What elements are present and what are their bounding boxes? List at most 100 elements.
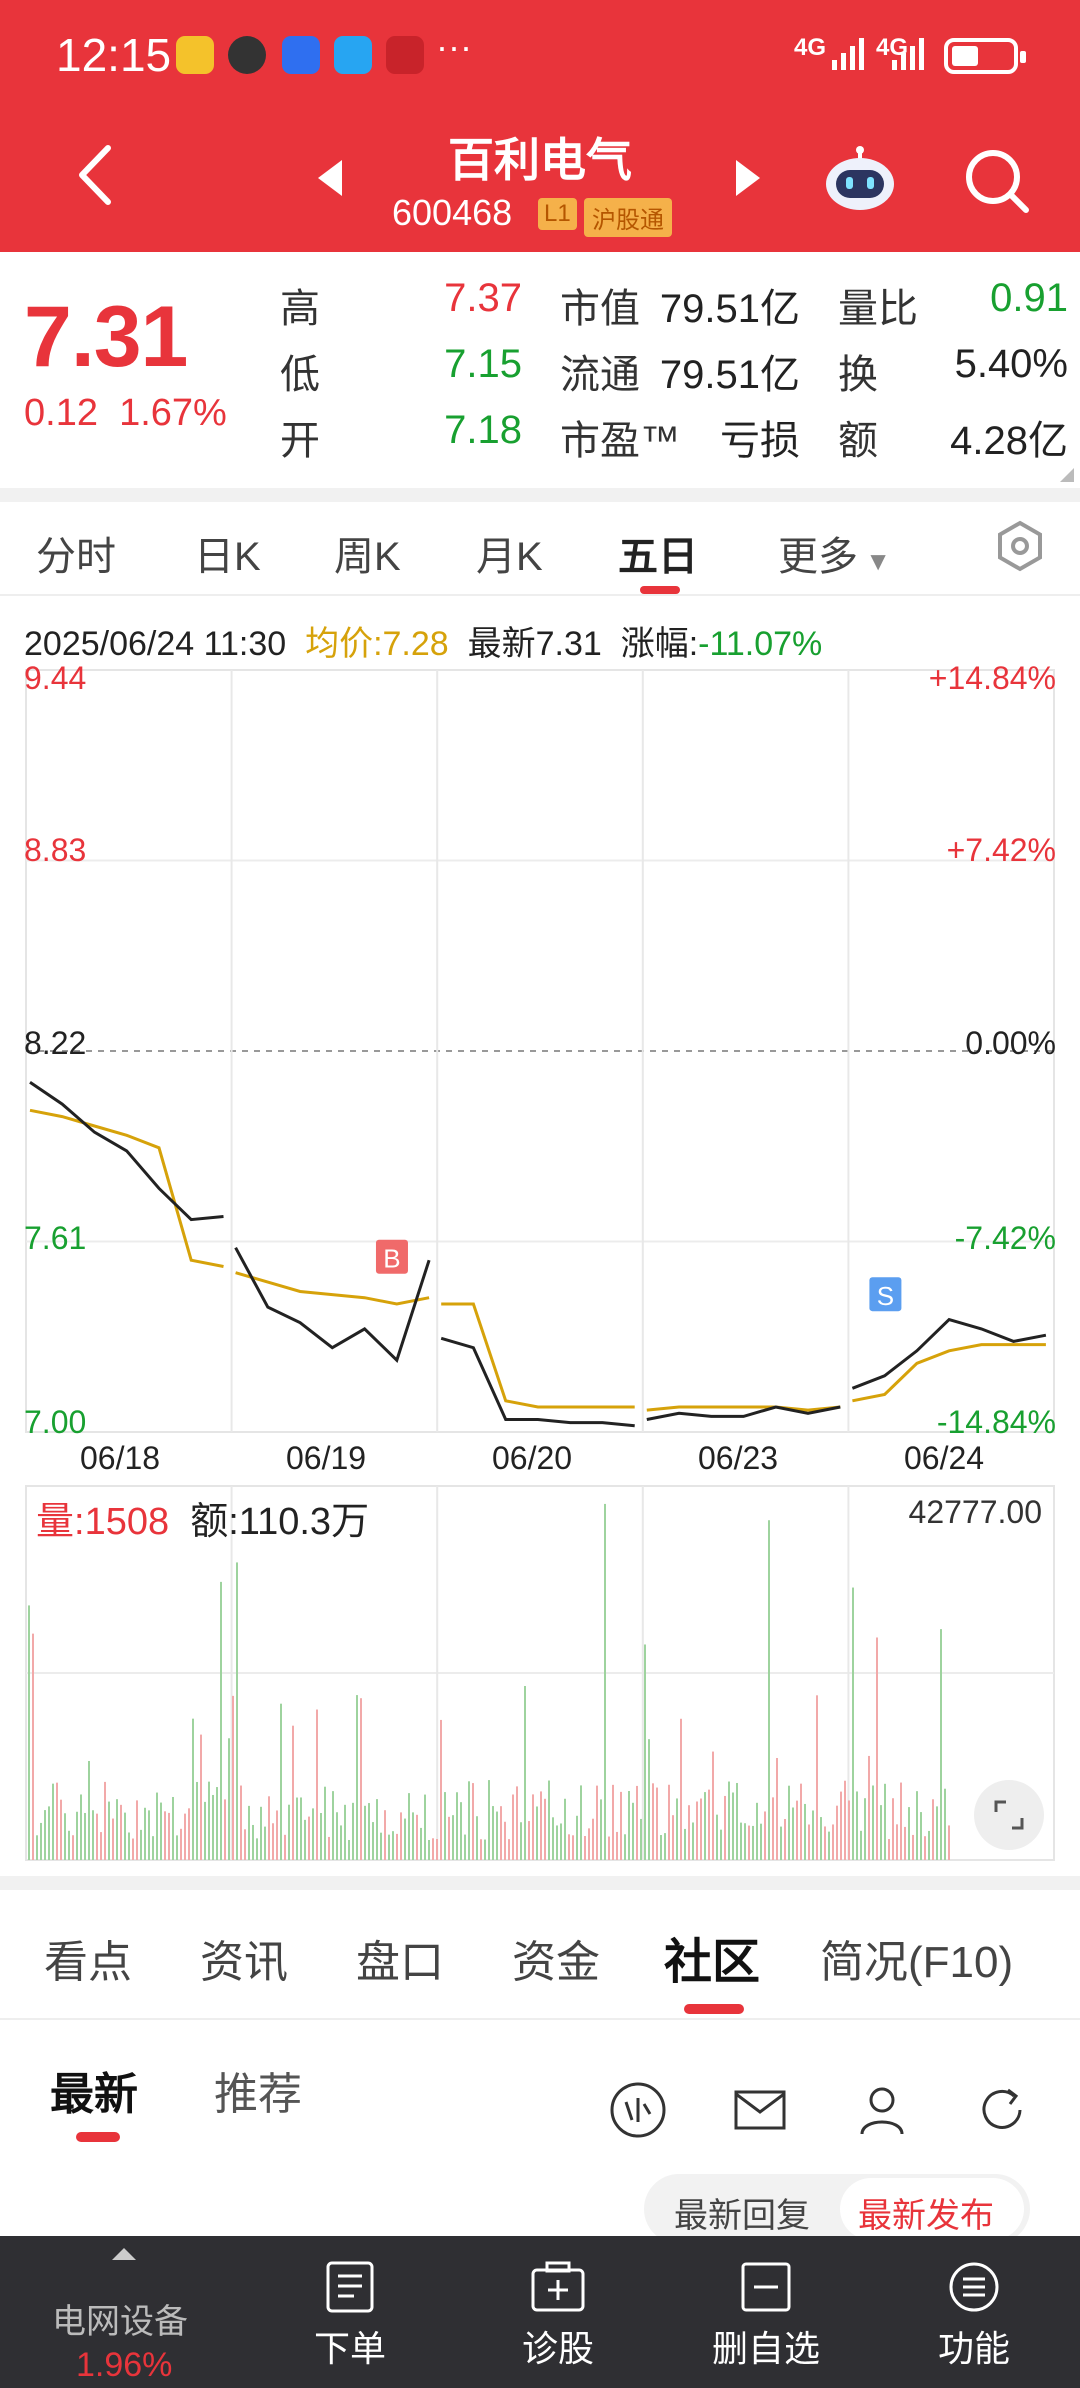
trade-marker-label: S: [877, 1281, 894, 1311]
volume-bar: [816, 1695, 818, 1860]
volume-bar: [172, 1796, 174, 1860]
volume-bar: [656, 1787, 658, 1860]
volume-bar: [576, 1815, 578, 1860]
open-value: 7.18: [444, 408, 522, 452]
volume-bar: [844, 1780, 846, 1860]
volume-bar: [880, 1805, 882, 1860]
volume-bar: [228, 1738, 230, 1860]
volume-bar: [164, 1811, 166, 1860]
current-price: 7.31: [24, 289, 188, 385]
volume-bar: [92, 1810, 94, 1860]
tab-more[interactable]: 更多 ▼: [778, 524, 891, 582]
volume-bar: [168, 1812, 170, 1860]
volume-bar: [528, 1821, 530, 1860]
volume-bar: [264, 1826, 266, 1860]
chart-settings-icon[interactable]: [994, 520, 1046, 572]
volume-bar: [924, 1836, 926, 1860]
quote-panel: 7.31 0.12 1.67% 高 7.37 市值 79.51亿 量比 0.91…: [0, 252, 1080, 488]
network-label-1: 4G: [794, 34, 827, 61]
volume-bar: [240, 1785, 242, 1860]
x-tick-label: 06/24: [904, 1440, 985, 1476]
tab-highlights[interactable]: 看点: [44, 1926, 132, 1990]
volume-bar: [712, 1751, 714, 1860]
sector-change: 1.96%: [76, 2346, 173, 2384]
volume-bar: [760, 1823, 762, 1860]
volume-bar: [552, 1817, 554, 1860]
volume-bar: [532, 1794, 534, 1860]
volume-bar: [316, 1709, 318, 1860]
fullscreen-icon[interactable]: [974, 1780, 1044, 1850]
volume-bar: [344, 1804, 346, 1860]
volume-bar: [524, 1686, 526, 1860]
sort-latest-reply[interactable]: 最新回复: [674, 2188, 810, 2237]
volume-bar: [48, 1806, 50, 1860]
volume-bar: [584, 1836, 586, 1860]
volume-bar: [684, 1828, 686, 1860]
volume-bar: [692, 1822, 694, 1860]
volume-bar: [680, 1718, 682, 1860]
volume-bar: [28, 1605, 30, 1860]
expand-corner-icon[interactable]: [1060, 468, 1074, 482]
volume-bar: [56, 1782, 58, 1860]
volume-bar: [568, 1834, 570, 1860]
volume-bar: [160, 1802, 162, 1860]
profile-icon[interactable]: [852, 2080, 912, 2140]
volume-bar: [588, 1828, 590, 1860]
tab-monthly-k[interactable]: 月K: [476, 524, 543, 582]
volume-bar: [616, 1831, 618, 1860]
volume-bar: [204, 1801, 206, 1860]
volume-bar: [136, 1800, 138, 1860]
back-icon[interactable]: [72, 140, 122, 210]
volume-bar: [940, 1629, 942, 1860]
volume-bar: [832, 1824, 834, 1860]
volume-bar: [864, 1798, 866, 1860]
signal-icon-2: [892, 38, 924, 70]
volume-bar: [60, 1799, 62, 1860]
volume-bar: [108, 1801, 110, 1860]
refresh-icon[interactable]: [972, 2080, 1032, 2140]
volume-bar: [312, 1808, 314, 1860]
volume-bar: [936, 1806, 938, 1860]
tab-capital[interactable]: 资金: [512, 1926, 600, 1990]
prev-stock-icon[interactable]: [318, 160, 342, 196]
volume-bar: [112, 1818, 114, 1860]
remove-watchlist-button[interactable]: 删自选: [706, 2260, 826, 2372]
volume-bar: [284, 1834, 286, 1860]
function-button[interactable]: 功能: [914, 2260, 1034, 2372]
volume-bar: [256, 1838, 258, 1860]
tab-recommended[interactable]: 推荐: [214, 2058, 302, 2122]
next-stock-icon[interactable]: [736, 160, 760, 196]
volume-bar: [516, 1786, 518, 1860]
volume-bar: [676, 1798, 678, 1860]
volume-bar: [248, 1805, 250, 1860]
tab-latest[interactable]: 最新: [50, 2058, 138, 2122]
price-frame: [25, 669, 1055, 1433]
tab-order-book[interactable]: 盘口: [356, 1926, 444, 1990]
tab-weekly-k[interactable]: 周K: [334, 524, 401, 582]
tab-intraday[interactable]: 分时: [36, 524, 116, 582]
volume-bar: [152, 1836, 154, 1860]
volume-bar: [688, 1805, 690, 1860]
mail-icon[interactable]: [730, 2080, 790, 2140]
diagnose-button[interactable]: 诊股: [498, 2260, 618, 2372]
robot-assistant-icon[interactable]: [822, 144, 898, 216]
tab-daily-k[interactable]: 日K: [194, 524, 261, 582]
volume-bar: [892, 1798, 894, 1860]
search-icon[interactable]: [962, 146, 1032, 216]
y-tick-label: 8.83: [24, 832, 87, 868]
volume-bar: [128, 1832, 130, 1860]
tab-news[interactable]: 资讯: [200, 1926, 288, 1990]
snowball-icon[interactable]: [608, 2080, 668, 2140]
order-button[interactable]: 下单: [290, 2260, 410, 2372]
price-chart[interactable]: BS: [0, 650, 1080, 1870]
tab-f10[interactable]: 简况(F10): [820, 1926, 1013, 1990]
volume-bar: [376, 1799, 378, 1860]
sort-latest-publish-button[interactable]: 最新发布: [840, 2178, 1024, 2240]
volume-bar: [756, 1802, 758, 1860]
volume-bar: [808, 1824, 810, 1860]
sector-name[interactable]: 电网设备: [52, 2294, 188, 2343]
volume-bar: [932, 1799, 934, 1860]
tab-five-day[interactable]: 五日: [618, 524, 698, 582]
tab-community[interactable]: 社区: [664, 1922, 760, 1992]
volume-bar: [824, 1826, 826, 1860]
